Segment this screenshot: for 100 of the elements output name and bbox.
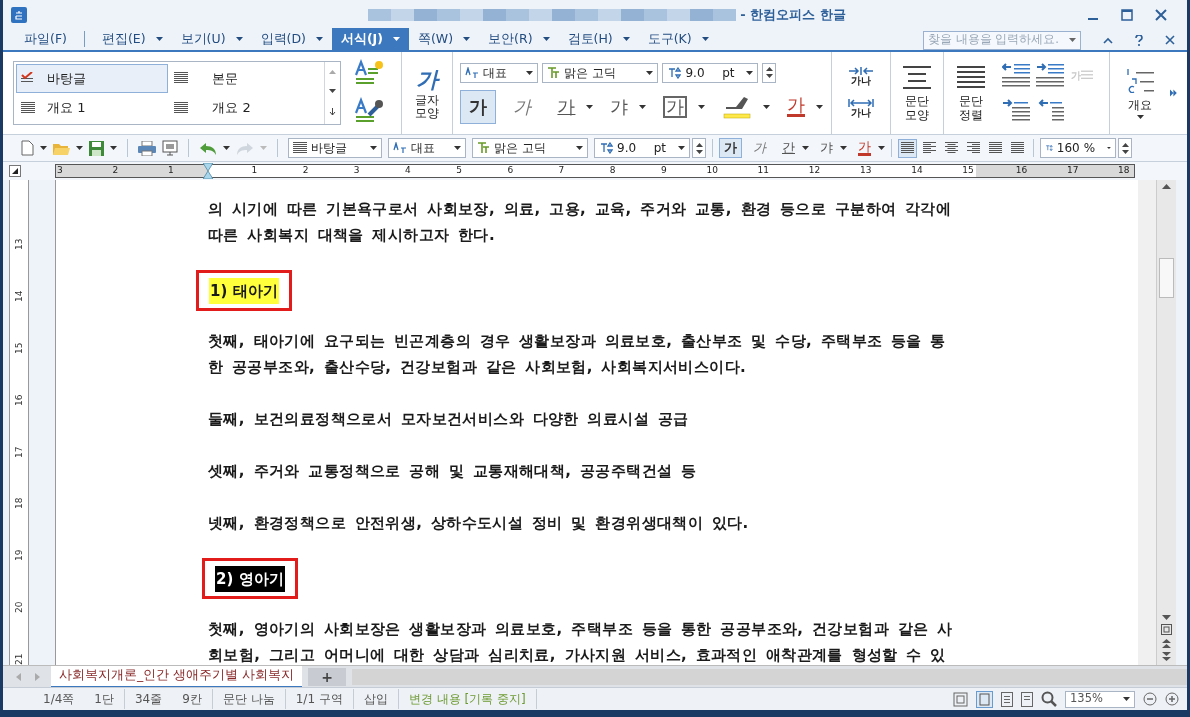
style-item[interactable]: 개요 1 [16,93,169,122]
style-item[interactable]: 본문 [169,64,322,93]
font-size-field[interactable]: 9.0 pt [662,62,759,83]
scroll-down-icon[interactable] [1162,615,1171,620]
maximize-icon[interactable] [1121,9,1133,21]
spin-buttons[interactable] [692,138,706,158]
indent-marker-icon[interactable] [203,163,213,179]
undo-icon[interactable] [199,141,217,155]
close-document-icon[interactable] [1165,35,1175,45]
checkbox-icon [21,72,35,85]
expand-ribbon-icon[interactable] [1170,89,1177,97]
status-item: 1/4쪽 [42,691,76,708]
font-icon [547,66,561,79]
printer-icon[interactable] [138,140,156,156]
page-view-icon[interactable] [1161,624,1172,635]
format-button[interactable]: 가 [778,89,815,124]
format-button[interactable]: 가 [748,138,771,158]
char-spacing-button[interactable]: 가나 [848,67,875,87]
caret-icon [110,146,117,150]
menu-tab[interactable]: 쪽(W) [409,28,480,50]
style-item[interactable]: 바탕글 [16,64,169,93]
document-icon[interactable] [1001,691,1013,707]
ruler-number: 2 [301,165,310,177]
page-icon[interactable] [1021,691,1033,707]
zoom-in-icon[interactable] [1165,692,1179,706]
menu-tab[interactable]: 도구(K) [638,28,718,50]
menu-tab[interactable]: 보기(U) [171,28,252,50]
zoom-out-icon[interactable] [1143,692,1157,706]
language-dropdown[interactable]: 대표 [460,62,539,83]
scroll-up-icon[interactable] [1162,184,1171,189]
font-dropdown[interactable]: 맑은 고딕 [542,62,659,83]
char-shape-button[interactable]: 가 글자 모양 [409,66,444,120]
para-align-button[interactable]: 문단 정렬 [952,64,990,122]
ruler-toggle-button[interactable] [9,165,21,177]
align-button[interactable] [898,138,917,158]
horizontal-scrollbar[interactable] [352,668,1187,685]
format-button[interactable]: 가 [460,89,497,124]
previous-page-icon[interactable] [1162,639,1171,648]
format-button[interactable]: 가 [853,138,876,158]
ruler-number: 11 [756,165,771,177]
font-size-field[interactable]: 9.0 pt [594,138,690,158]
language-icon [465,66,480,79]
ruler-number: 7 [557,165,566,177]
menu-tab[interactable]: 검토(H) [558,28,639,50]
format-button[interactable]: 갸 [815,138,838,158]
scroll-down-icon[interactable] [328,89,336,93]
close-icon[interactable] [1155,9,1167,21]
indent-icon[interactable] [1036,63,1065,87]
document-tab[interactable]: 사회복지개론_인간 생애주기별 사회복지 [51,665,303,688]
language-dropdown[interactable]: 대표 [388,138,466,158]
caret-icon [223,146,230,150]
outline-button[interactable]: 개요 [1118,67,1163,119]
format-button[interactable]: 갸 [601,89,638,124]
caret-icon [1069,38,1076,42]
ruler-number: 15 [961,165,975,177]
menu-tab[interactable]: 입력(D) [251,28,332,50]
full-page-icon[interactable] [953,691,968,707]
menu-tab[interactable]: 서식(J) [331,28,409,50]
hanging-indent-icon[interactable] [1036,99,1065,123]
style-dropdown[interactable]: 바탕글 [288,138,382,158]
format-button[interactable]: 가 [719,138,742,158]
add-tab-button[interactable]: + [308,667,347,686]
scroll-thumb[interactable] [1159,258,1174,298]
caret-icon [1107,146,1111,150]
status-item: 34줄 [133,691,164,708]
text-line: 첫째, 태아기에 요구되는 빈곤계층의 경우 생활보장과 의료보호, 출산부조 및 수당, 주택부조 등을 통 [208,331,947,352]
search-icon[interactable] [1041,691,1057,707]
page-width-icon[interactable] [976,690,993,708]
line-spacing-field[interactable]: 160 % [1040,138,1116,158]
monitor-icon[interactable] [162,140,178,156]
ruler-number: 19 [14,548,24,562]
format-button[interactable]: 가 [548,89,585,124]
format-button[interactable]: 간 [777,138,800,158]
next-page-icon[interactable] [1162,652,1171,661]
collapse-ribbon-icon[interactable] [1103,36,1113,44]
style-item[interactable]: 개요 2 [169,93,322,122]
format-button[interactable]: 가 [654,89,697,124]
text-line: 셋째, 주거와 교통정책으로 공해 및 교통재해대책, 공공주택건설 등 [208,461,698,482]
paragraph-icon [174,101,189,114]
menu-tab[interactable]: 보안(R) [479,28,559,50]
outdent-icon[interactable] [1002,63,1030,87]
spin-buttons[interactable] [1118,138,1132,158]
caret-icon [1123,697,1130,701]
spin-buttons[interactable] [762,62,777,83]
menu-tab[interactable]: 파일(F) [15,28,76,50]
save-icon[interactable] [89,140,104,156]
menu-tab[interactable]: 편집(E) [92,28,172,50]
help-icon[interactable] [1135,34,1143,46]
font-dropdown[interactable]: 맑은 고딕 [472,138,588,158]
zoom-dropdown[interactable]: 135% [1065,690,1135,708]
caret-icon [260,146,267,150]
para-shape-button[interactable]: 문단 모양 [899,64,936,122]
paragraph-icon [174,72,189,85]
new-document-icon[interactable] [21,140,34,156]
left-indent-icon[interactable] [1002,99,1030,123]
search-field[interactable]: 찾을 내용을 입력하세요. [923,30,1081,50]
expand-arrow-icon[interactable] [328,108,336,117]
vertical-scrollbar[interactable] [1156,180,1176,665]
format-button[interactable]: 가 [504,89,541,124]
char-spacing-button[interactable]: 가나 [848,99,875,119]
